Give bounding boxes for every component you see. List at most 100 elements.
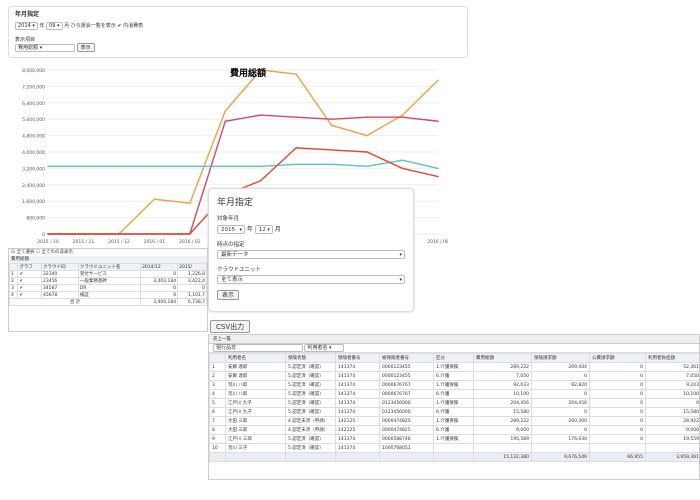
grid-cell: 0000474825 [379, 425, 434, 435]
grid-cell: 荒川 三子 [225, 443, 286, 453]
y-tick-label: 3,200,000 [22, 166, 45, 172]
table-row[interactable]: 2 安藤 達郎 5.認定済（確認） 141374 0000123455 6.介護 7,050… [209, 371, 699, 381]
time-point-label: 時点の指定 [217, 242, 245, 248]
grid-cell [645, 443, 699, 453]
grid-cell: 6.介護 [433, 371, 474, 381]
data-point [437, 167, 439, 170]
grid-cell: 5.認定済（確認） [285, 389, 336, 399]
front-month-select[interactable]: 12 ▾ [254, 225, 273, 234]
front-show-button[interactable]: 表示 [217, 290, 240, 300]
table-row[interactable]: 1 安藤 達郎 5.認定済（確認） 141374 0000123455 1.介護保険 289… [209, 362, 699, 372]
x-tick-label: 2015 / 11 [73, 239, 95, 245]
graph-checkbox[interactable]: ✔ [17, 284, 42, 292]
grid-filter-select[interactable]: 利用者名 ▾ [304, 344, 345, 352]
grid-col-header[interactable]: 利用者負担額 [645, 353, 699, 363]
y-tick-label: 5,600,000 [22, 117, 45, 123]
data-point [47, 165, 49, 168]
grid-total-cell [335, 452, 380, 462]
back-year-select[interactable]: 2014 ▾ [15, 22, 38, 30]
data-point [224, 165, 227, 168]
grid-cell: 1.介護保険 [433, 434, 474, 444]
back-month-select[interactable]: 09 ▾ [46, 22, 63, 30]
grid-col-header[interactable]: 公費請求額 [589, 353, 646, 363]
back-display-select[interactable]: 費用総額 ▾ [15, 44, 75, 52]
table-row[interactable]: 7 大田 三郎 4.認定未済（申請） 142125 0000474825 1.介護保険 28… [209, 416, 699, 426]
table-row[interactable]: 8 大田 三郎 4.認定未済（申請） 142125 0000474825 6.介護 9,00… [209, 425, 699, 435]
table-row[interactable]: 4 荒川 八郎 5.認定済（確認） 141374 0000676767 6.介護 10,10… [209, 389, 699, 399]
data-point [259, 179, 262, 182]
data-point [224, 110, 227, 112]
grid-col-header[interactable]: 利用者名 [225, 353, 286, 363]
back-panel-title: 年月指定 [15, 11, 40, 18]
graph-checkbox[interactable]: ✔ [17, 277, 42, 285]
grid-cell: 209,444 [531, 362, 590, 372]
back-cell: 検証 [77, 291, 142, 299]
data-point [189, 165, 191, 168]
grid-cell: 0 [531, 425, 590, 435]
grid-cell: 6.介護 [433, 407, 474, 417]
table-row[interactable]: 6 江戸川 九子 5.認定済（確認） 141374 0123456000 6.介護 15,5… [209, 407, 699, 417]
grid-cell: 6.介護 [433, 425, 474, 435]
grid-cell: 0123456000 [379, 407, 434, 417]
front-year-select[interactable]: 2015 ▾ [217, 225, 245, 234]
cloud-unit-label: クラウドユニット [217, 267, 262, 273]
grid-col-header[interactable] [209, 353, 226, 363]
back-cell: 3,422,4 [177, 277, 207, 285]
back-total-2: 6,738,7 [177, 298, 207, 306]
grid-cell: 204,456 [473, 398, 532, 408]
grid-col-header[interactable]: 費用総額 [473, 353, 532, 363]
grid-col-header[interactable]: 被保険者番号 [379, 353, 434, 363]
back-cell: 0 [177, 284, 207, 292]
table-row[interactable]: 5 江戸川 九子 5.認定済（確認） 141374 0123456000 1.介護保険 20… [209, 398, 699, 408]
data-point [330, 118, 333, 120]
grid-cell: 5.認定済（確認） [285, 380, 336, 390]
grid-cell: 1 [209, 362, 226, 372]
grid-cell: 9,000 [473, 425, 532, 435]
grid-total-cell [209, 452, 226, 462]
grid-cell: 28,922 [645, 416, 699, 426]
x-tick-label: 2015 / 10 [37, 239, 59, 245]
grid-filter-input[interactable]: 現行品非 [213, 344, 303, 352]
table-row[interactable]: 3 荒川 八郎 5.認定済（確認） 141374 0000676767 1.介護保険 92,… [209, 380, 699, 390]
x-tick-label: 2015 / 12 [108, 239, 130, 245]
cloud-unit-select[interactable]: 全て表示 ▾ [217, 275, 405, 284]
grid-cell: 9 [209, 434, 226, 444]
back-cell: 1,101,7 [177, 291, 207, 299]
back-cell: 4 [8, 291, 19, 299]
grid-total-cell: 15,132,380 [473, 452, 532, 462]
y-tick-label: 8,000,000 [22, 68, 45, 74]
table-row[interactable]: 10 荒川 三子 5.認定済（確認） 141374 1000768051 [209, 443, 699, 453]
grid-cell: 大田 三郎 [225, 416, 286, 426]
grid-col-header[interactable]: 区分 [433, 353, 474, 363]
grid-cell: 0000123455 [379, 362, 434, 372]
target-month-label: 対象年月 [217, 216, 240, 222]
data-point [401, 116, 404, 118]
data-point [366, 151, 368, 153]
data-point [366, 116, 368, 118]
table-row[interactable]: 9 江戸川 三郎 5.認定済（確認） 141374 0000588746 1.介護保険 19… [209, 434, 699, 444]
x-tick-label: 2016 / 01 [144, 239, 166, 245]
csv-export-button[interactable]: CSV出力 [210, 320, 251, 333]
grid-cell: 5.認定済（確認） [285, 434, 336, 444]
back-table-toggles[interactable]: ☑ 全て選択 ☐ 全てのの非表示 [9, 249, 207, 256]
grid-cell: 安藤 達郎 [225, 362, 286, 372]
grid-col-header[interactable]: 保険請求額 [531, 353, 590, 363]
grid-col-header[interactable]: 保険者番号 [335, 353, 380, 363]
data-point [330, 124, 333, 127]
graph-checkbox[interactable]: ✔ [17, 270, 42, 278]
grid-col-header[interactable]: 保険状態 [285, 353, 336, 363]
grid-cell: 0000676767 [379, 389, 434, 399]
x-tick-label: 2016 / 09 [427, 239, 448, 245]
time-point-select[interactable]: 最新データ ▾ [217, 250, 405, 259]
grid-cell: 0 [589, 380, 646, 390]
back-show-button[interactable]: 表示 [76, 43, 95, 52]
grid-cell: 92,033 [473, 380, 532, 390]
graph-checkbox[interactable]: ✔ [17, 291, 42, 299]
grid-cell: 0123456000 [379, 398, 434, 408]
back-cell: 1 [8, 270, 19, 278]
back-cell: 3,403,184 [140, 277, 179, 285]
grid-cell [473, 443, 532, 453]
grid-cell: 7 [209, 416, 226, 426]
chevron-down-icon: ▾ [399, 252, 402, 258]
back-options[interactable]: ひろ運会一覧を表示 ✔ 内消費表 [71, 23, 143, 29]
